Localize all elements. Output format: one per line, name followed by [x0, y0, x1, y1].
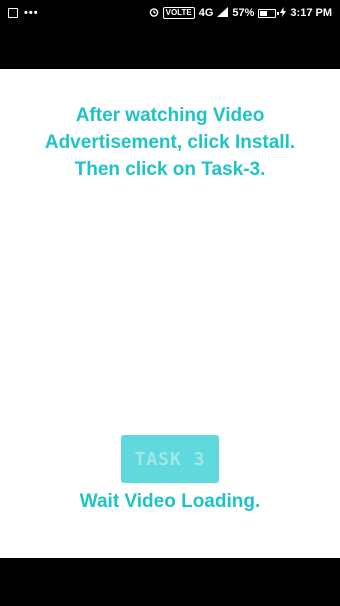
status-bar: ••• VOLTE 4G 57% 3:17 PM — [0, 0, 340, 26]
bottom-band — [0, 558, 340, 606]
charging-icon — [280, 6, 287, 20]
more-dots-icon: ••• — [24, 6, 39, 19]
status-right: VOLTE 4G 57% 3:17 PM — [149, 6, 332, 20]
clock: 3:17 PM — [290, 7, 332, 19]
status-left: ••• — [8, 6, 39, 19]
loading-status-text: Wait Video Loading. — [79, 491, 261, 512]
top-band — [0, 26, 340, 69]
task-3-button[interactable]: TASK 3 — [121, 435, 219, 483]
alarm-icon — [149, 7, 159, 20]
image-icon — [8, 8, 18, 18]
network-label: 4G — [198, 7, 214, 19]
battery-icon — [258, 8, 280, 18]
signal-icon — [217, 6, 229, 20]
instructions-text: After watching Video Advertisement, clic… — [44, 105, 296, 180]
volte-badge: VOLTE — [162, 7, 195, 19]
main-content: After watching Video Advertisement, clic… — [0, 69, 340, 558]
battery-percent: 57% — [232, 7, 255, 19]
